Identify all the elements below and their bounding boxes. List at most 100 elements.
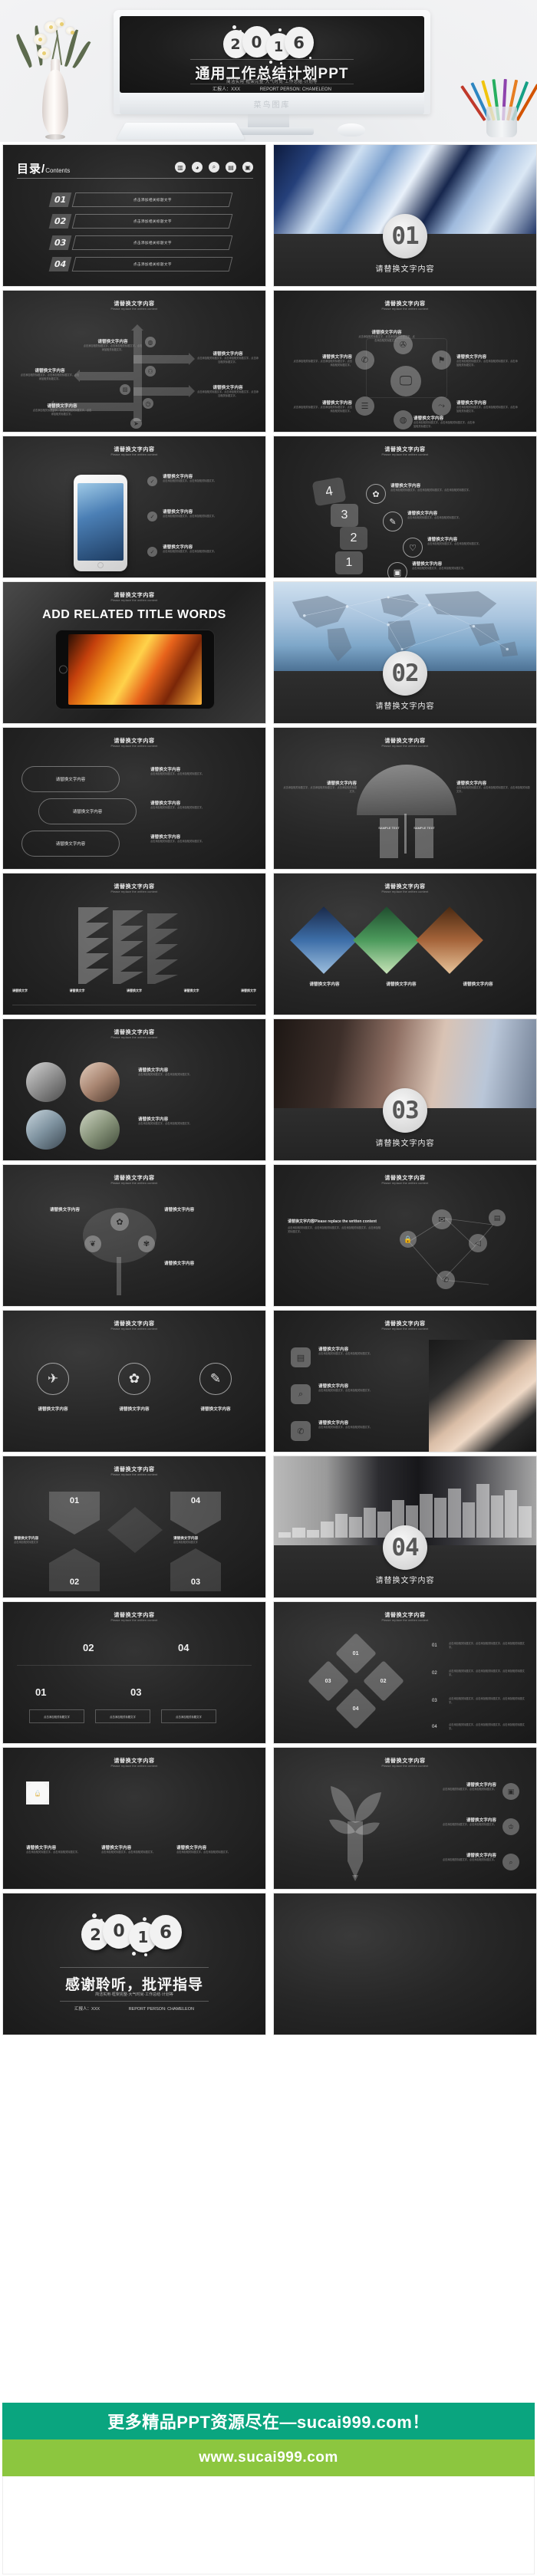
- arrow-left-1: [74, 370, 133, 382]
- toc-bar-3: 点击添加相关标题文字: [71, 235, 233, 250]
- toc-divider: [17, 178, 253, 179]
- slide-section-01[interactable]: 01 请替换文字内容: [273, 144, 537, 287]
- branch-label-3: 请替换文字内容: [212, 386, 243, 390]
- pencil-body-3: 点击添加相关标题文字，点击添加相关标题文字。: [442, 1858, 496, 1861]
- slide-number-cards[interactable]: 请替换文字内容 Please replace the written conte…: [273, 436, 537, 578]
- slide-title: 请替换文字内容: [114, 1467, 155, 1472]
- slide-petals[interactable]: 请替换文字内容 Please replace the written conte…: [2, 1747, 266, 1890]
- pencil-plant-icon: [329, 1786, 381, 1881]
- landscape-phone-mockup: [55, 630, 215, 709]
- bar-right: [415, 818, 433, 858]
- hand-body-1: 点击添加相关标题文字，点击添加相关标题文字。: [318, 1352, 373, 1355]
- hero-meta: 汇报人：XXX REPORT PERSON: CHAMELEON: [120, 85, 424, 92]
- toc-row-2[interactable]: 02 点击添加相关标题文字: [48, 214, 233, 229]
- slide-section-02[interactable]: 02 请替换文字内容: [273, 581, 537, 724]
- slide-hand-phone[interactable]: 请替换文字内容 Please replace the written conte…: [273, 1310, 537, 1452]
- legend-5: 请替换文字: [241, 989, 256, 992]
- slide-subtitle: Please replace the written content: [381, 453, 429, 456]
- slide-tree-icons[interactable]: 请替换文字内容 Please replace the written conte…: [2, 1164, 266, 1307]
- toc-row-4[interactable]: 04 点击添加相关标题文字: [48, 257, 233, 271]
- slide-title-words[interactable]: 请替换文字内容 Please replace the written conte…: [2, 581, 266, 724]
- card-body-3: 点击添加相关标题文字，点击添加相关标题文字。: [427, 542, 482, 545]
- toc-number-2: 02: [48, 214, 72, 229]
- phone-screen-photo: [68, 634, 202, 705]
- slide-zigzag[interactable]: 请替换文字内容 Please replace the written conte…: [2, 873, 266, 1015]
- slide-title: 请替换文字内容: [114, 1030, 155, 1035]
- tree-icon: ✿: [110, 1212, 129, 1231]
- petal-label-1: 请替换文字内容: [26, 1846, 57, 1851]
- card-body-2: 点击添加相关标题文字，点击添加相关标题文字。: [407, 516, 462, 519]
- center-diamond-photo: [107, 1507, 163, 1553]
- logo-2016-end: 2 0 1 6: [77, 1913, 192, 1956]
- umbrella-canopy: [357, 765, 456, 815]
- branch-label-1: 请替换文字内容: [97, 340, 128, 344]
- globe-icon: ◍: [394, 410, 413, 429]
- slide-subtitle: Please replace the written content: [381, 1327, 429, 1331]
- toc-number-1: 01: [48, 192, 72, 207]
- puzzle-piece-04: 04: [335, 1688, 377, 1729]
- slide-num-boxes[interactable]: 请替换文字内容 Please replace the written conte…: [2, 1601, 266, 1744]
- petal-body-2: 点击添加相关标题文字，点击添加相关标题文字。: [101, 1851, 156, 1854]
- slide-subtitle: Please replace the written content: [110, 599, 158, 602]
- slide-title: 请替换文字内容: [384, 739, 426, 744]
- slide-subtitle: Please replace the written content: [110, 1327, 158, 1331]
- toc-number-4: 04: [48, 257, 72, 271]
- hex-body-3: 点击添加相关标题文字，点击添加相关标题文字，点击添加相关标题文字。: [456, 406, 518, 413]
- point-body-2: 点击添加相关标题文字，点击添加相关标题文字。: [163, 515, 217, 518]
- slide-arrow-tree[interactable]: 请替换文字内容 Please replace the written conte…: [2, 290, 266, 433]
- mail-icon: ✉: [432, 1209, 452, 1229]
- slide-title: 请替换文字内容: [384, 1758, 426, 1764]
- bar-chart-icon: ▥: [175, 162, 186, 173]
- petal-body-1: 点击添加相关标题文字，点击添加相关标题文字。: [26, 1851, 81, 1854]
- promo-banner-secondary[interactable]: www.sucai999.com: [2, 2439, 535, 2476]
- umbrella-handle: [404, 814, 407, 854]
- globe-icon: ◍: [145, 337, 156, 347]
- slide-phone-mock[interactable]: 请替换文字内容 Please replace the written conte…: [2, 436, 266, 578]
- slide-section-03[interactable]: 03 请替换文字内容: [273, 1018, 537, 1161]
- circle-photo-2: [26, 1110, 66, 1150]
- toc-title-en: Contents: [45, 167, 71, 174]
- slide-title: 请替换文字内容: [114, 593, 155, 598]
- slide-section-04[interactable]: 04 请替换文字内容: [273, 1456, 537, 1598]
- trio-label-2: 请替换文字内容: [119, 1407, 150, 1412]
- slide-chevrons[interactable]: 请替换文字内容 Please replace the written conte…: [2, 1456, 266, 1598]
- toc-row-3[interactable]: 03 点击添加相关标题文字: [48, 235, 233, 250]
- petal-label-2: 请替换文字内容: [101, 1846, 132, 1851]
- promo-banner-primary-text: 更多精品PPT资源尽在—sucai999.com！: [107, 2413, 430, 2432]
- clock-icon: ◷: [143, 398, 153, 409]
- slide-toc[interactable]: 目录/Contents ▥ ◕ ⌕ ▤ ▣ 01 点击添加相关标题文字 02 点…: [2, 144, 266, 287]
- pencil-body-1: 点击添加相关标题文字，点击添加相关标题文字。: [442, 1788, 496, 1791]
- branch-label-5: 请替换文字内容: [47, 404, 77, 409]
- slide-icon-trio[interactable]: 请替换文字内容 Please replace the written conte…: [2, 1310, 266, 1452]
- slide-title: 请替换文字内容: [114, 301, 155, 307]
- slide-photo-cards[interactable]: 请替换文字内容 Please replace the written conte…: [273, 873, 537, 1015]
- slide-umbrella[interactable]: 请替换文字内容 Please replace the written conte…: [273, 727, 537, 870]
- toc-row-1[interactable]: 01 点击添加相关标题文字: [48, 192, 233, 207]
- slide-subtitle: Please replace the written content: [110, 453, 158, 456]
- puzzle-row-body-3: 点击添加相关标题文字，点击添加相关标题文字，点击添加相关标题文字。: [449, 1697, 525, 1705]
- slide-subtitle: Please replace the written content: [110, 1473, 158, 1476]
- card-label-2: 请替换文字内容: [407, 512, 438, 516]
- slide-blank-end[interactable]: [273, 1893, 537, 2035]
- slide-hex-icons[interactable]: 请替换文字内容 Please replace the written conte…: [273, 290, 537, 433]
- slide-pill-list[interactable]: 请替换文字内容 Please replace the written conte…: [2, 727, 266, 870]
- point-label-1: 请替换文字内容: [163, 475, 193, 479]
- chat-icon: ✆: [437, 1271, 455, 1289]
- section-caption-02: 请替换文字内容: [375, 702, 435, 711]
- tree-label-1: 请替换文字内容: [49, 1208, 80, 1212]
- box-number-02: 02: [83, 1642, 94, 1653]
- badge-icon: ▣: [502, 1783, 519, 1800]
- slide-puzzle[interactable]: 请替换文字内容 Please replace the written conte…: [273, 1601, 537, 1744]
- slide-pencil-tree[interactable]: 请替换文字内容 Please replace the written conte…: [273, 1747, 537, 1890]
- promo-banner-primary[interactable]: 更多精品PPT资源尽在—sucai999.com！: [2, 2403, 535, 2439]
- chevron-04: 04: [170, 1492, 221, 1535]
- hand-photo: [429, 1340, 536, 1452]
- slide-network[interactable]: 请替换文字内容 Please replace the written conte…: [273, 1164, 537, 1307]
- section-number-01: 01: [383, 214, 427, 258]
- zigzag-ribbon: [78, 907, 178, 984]
- pencil-icon: ✎: [383, 512, 403, 531]
- branch-label-2: 请替换文字内容: [212, 352, 243, 357]
- clipboard-icon: ▣: [242, 162, 253, 173]
- slide-circle-photos[interactable]: 请替换文字内容 Please replace the written conte…: [2, 1018, 266, 1161]
- slide-thanks[interactable]: 2 0 1 6 感谢聆听，批评指导 简洁实用·框架完整·大气时尚·工作总结·计划…: [2, 1893, 266, 2035]
